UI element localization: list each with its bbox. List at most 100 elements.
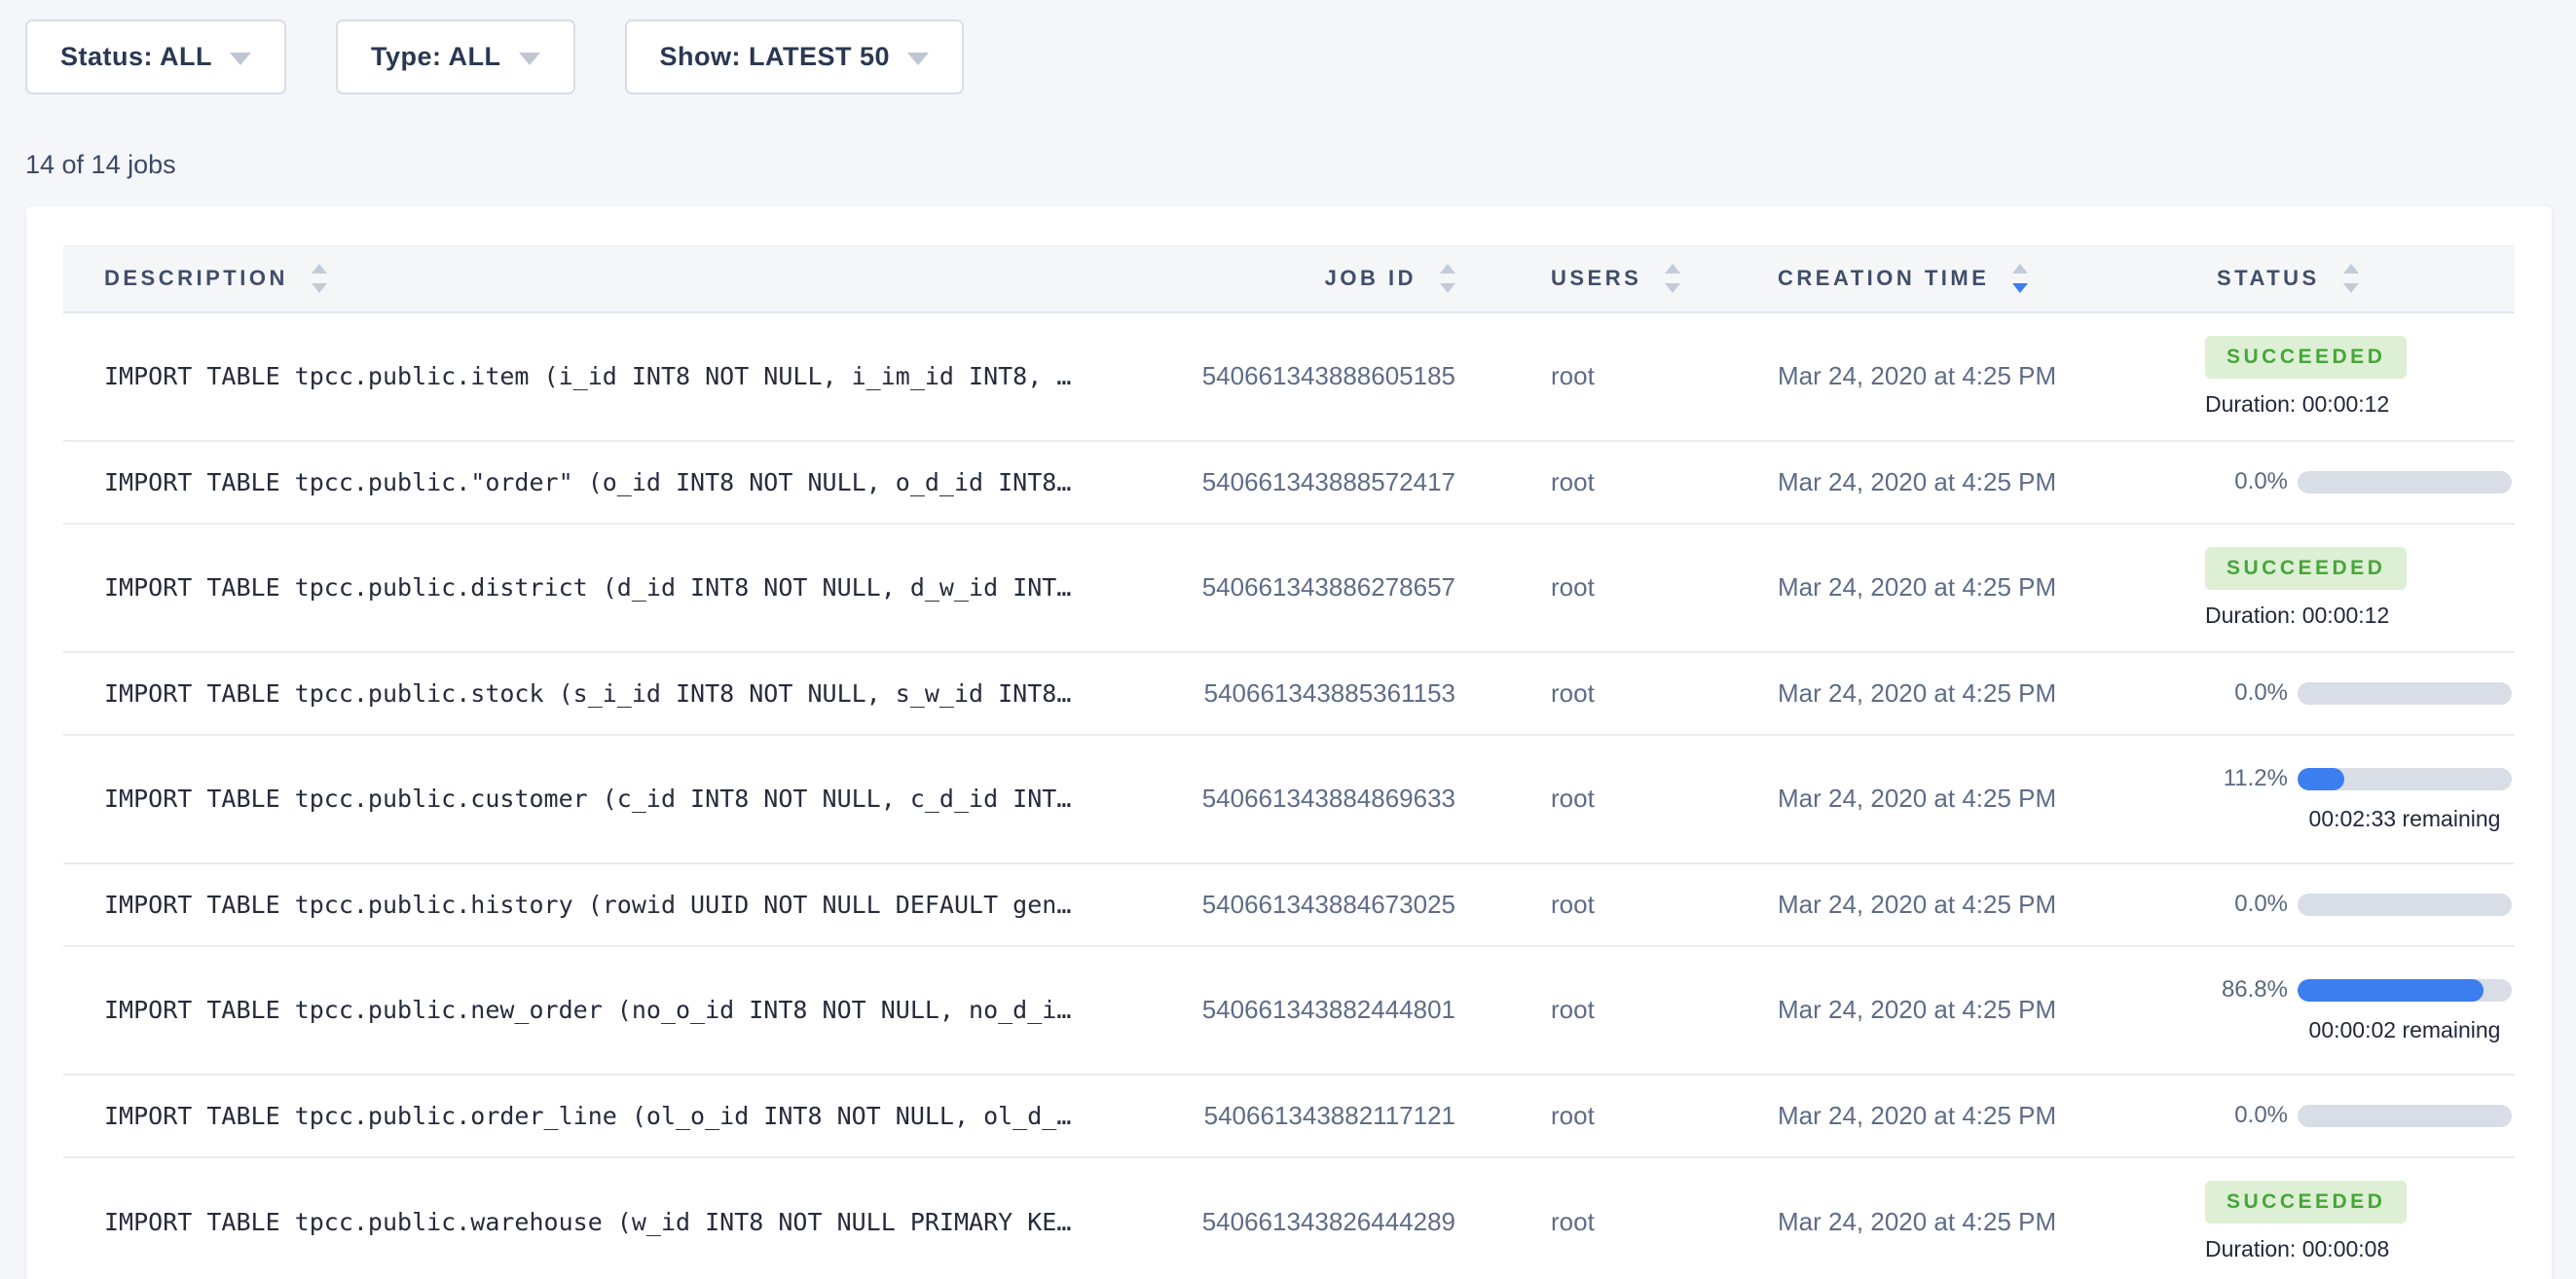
job-status-progress: 11.2% 00:02:33 remaining	[2205, 765, 2515, 832]
job-row: IMPORT TABLE tpcc.public.order_line (ol_…	[63, 1075, 2515, 1157]
job-duration: Duration: 00:00:08	[2205, 1236, 2515, 1262]
job-user: root	[1551, 890, 1595, 919]
job-status-progress: 0.0%	[2205, 1102, 2515, 1129]
progress-percent: 0.0%	[2205, 679, 2288, 707]
job-creation-time: Mar 24, 2020 at 4:25 PM	[1778, 890, 2056, 919]
job-user: root	[1551, 784, 1595, 813]
job-creation-time: Mar 24, 2020 at 4:25 PM	[1778, 995, 2056, 1024]
column-header-label: DESCRIPTION	[104, 266, 288, 291]
status-badge: SUCCEEDED	[2205, 336, 2407, 379]
job-row: IMPORT TABLE tpcc.public.history (rowid …	[63, 863, 2515, 946]
job-id: 540661343888605185	[1202, 361, 1455, 390]
job-creation-time: Mar 24, 2020 at 4:25 PM	[1778, 678, 2056, 708]
job-id: 540661343882117121	[1204, 1101, 1455, 1130]
sort-up-icon	[312, 264, 327, 274]
job-duration: Duration: 00:00:12	[2205, 603, 2515, 629]
job-creation-time: Mar 24, 2020 at 4:25 PM	[1778, 467, 2056, 496]
sort-up-icon	[1440, 264, 1455, 274]
job-description: IMPORT TABLE tpcc.public.warehouse (w_id…	[104, 1208, 1071, 1236]
status-badge: SUCCEEDED	[2205, 547, 2407, 590]
progress-bar	[2298, 894, 2512, 916]
progress-percent: 0.0%	[2205, 468, 2288, 495]
sort-arrows-icon	[1440, 264, 1455, 293]
column-header[interactable]: JOB ID	[1197, 246, 1470, 312]
job-row: IMPORT TABLE tpcc.public."order" (o_id I…	[63, 441, 2515, 524]
progress-percent: 86.8%	[2205, 976, 2288, 1004]
column-header[interactable]: STATUS	[2127, 246, 2515, 312]
sort-arrows-icon	[2343, 264, 2359, 293]
status-badge: SUCCEEDED	[2205, 1181, 2407, 1224]
progress-bar-fill	[2298, 979, 2484, 1002]
sort-up-icon	[2012, 264, 2028, 274]
job-creation-time: Mar 24, 2020 at 4:25 PM	[1778, 1207, 2056, 1236]
job-id: 540661343888572417	[1202, 467, 1455, 496]
job-user: root	[1551, 361, 1595, 390]
job-id: 540661343884869633	[1202, 784, 1455, 813]
chevron-down-icon	[907, 53, 929, 65]
jobs-count-summary: 14 of 14 jobs	[25, 150, 2576, 180]
job-creation-time: Mar 24, 2020 at 4:25 PM	[1778, 572, 2056, 602]
column-header[interactable]: CREATION TIME	[1762, 246, 2127, 312]
sort-down-icon	[1440, 283, 1455, 293]
job-status-succeeded: SUCCEEDED Duration: 00:00:08	[2205, 1181, 2515, 1262]
job-description: IMPORT TABLE tpcc.public.district (d_id …	[104, 573, 1071, 602]
job-description: IMPORT TABLE tpcc.public.new_order (no_o…	[104, 996, 1071, 1024]
job-status-progress: 0.0%	[2205, 891, 2515, 918]
column-header[interactable]: DESCRIPTION	[63, 246, 1197, 312]
progress-bar	[2298, 1105, 2512, 1127]
sort-arrows-icon	[2012, 264, 2028, 293]
jobs-page: Status: ALL Type: ALL Show: LATEST 50 14…	[0, 0, 2576, 1279]
job-creation-time: Mar 24, 2020 at 4:25 PM	[1778, 1101, 2056, 1130]
chevron-down-icon	[230, 53, 251, 65]
job-status-progress: 86.8% 00:00:02 remaining	[2205, 976, 2515, 1043]
job-row: IMPORT TABLE tpcc.public.warehouse (w_id…	[63, 1157, 2515, 1279]
progress-remaining: 00:02:33 remaining	[2298, 806, 2512, 832]
show-filter-label: Show: LATEST 50	[660, 42, 891, 72]
column-header[interactable]: USERS	[1470, 246, 1762, 312]
show-filter-dropdown[interactable]: Show: LATEST 50	[625, 19, 965, 94]
progress-bar	[2298, 768, 2512, 790]
job-user: root	[1551, 678, 1595, 708]
progress-percent: 11.2%	[2205, 765, 2288, 792]
progress-percent: 0.0%	[2205, 891, 2288, 918]
progress-bar	[2298, 682, 2512, 705]
filters-bar: Status: ALL Type: ALL Show: LATEST 50	[0, 0, 2576, 94]
job-id: 540661343826444289	[1202, 1207, 1455, 1236]
job-id: 540661343886278657	[1202, 572, 1455, 602]
column-header-label: USERS	[1551, 266, 1641, 291]
job-description: IMPORT TABLE tpcc.public.order_line (ol_…	[104, 1102, 1071, 1130]
job-status-progress: 0.0%	[2205, 468, 2515, 495]
job-row: IMPORT TABLE tpcc.public.stock (s_i_id I…	[63, 652, 2515, 735]
progress-bar	[2298, 471, 2512, 493]
jobs-table-card: DESCRIPTION JOB ID USERS CREATION TIME	[26, 206, 2552, 1279]
job-description: IMPORT TABLE tpcc.public.stock (s_i_id I…	[104, 679, 1071, 708]
job-user: root	[1551, 467, 1595, 496]
table-body: IMPORT TABLE tpcc.public.item (i_id INT8…	[63, 312, 2515, 1279]
progress-bar	[2298, 979, 2512, 1002]
job-status-progress: 0.0%	[2205, 679, 2515, 707]
job-id: 540661343882444801	[1202, 995, 1455, 1024]
sort-arrows-icon	[312, 264, 327, 293]
job-creation-time: Mar 24, 2020 at 4:25 PM	[1778, 784, 2056, 813]
sort-up-icon	[2343, 264, 2359, 274]
type-filter-dropdown[interactable]: Type: ALL	[336, 19, 575, 94]
job-row: IMPORT TABLE tpcc.public.district (d_id …	[63, 524, 2515, 652]
column-header-label: STATUS	[2217, 266, 2320, 291]
job-id: 540661343885361153	[1204, 678, 1455, 708]
job-creation-time: Mar 24, 2020 at 4:25 PM	[1778, 361, 2056, 390]
jobs-table: DESCRIPTION JOB ID USERS CREATION TIME	[63, 245, 2515, 1279]
chevron-down-icon	[519, 53, 540, 65]
job-user: root	[1551, 1101, 1595, 1130]
status-filter-dropdown[interactable]: Status: ALL	[25, 19, 286, 94]
progress-percent: 0.0%	[2205, 1102, 2288, 1129]
job-description: IMPORT TABLE tpcc.public.customer (c_id …	[104, 785, 1071, 813]
job-id: 540661343884673025	[1202, 890, 1455, 919]
sort-down-icon	[2012, 283, 2028, 293]
job-user: root	[1551, 1207, 1595, 1236]
job-status-succeeded: SUCCEEDED Duration: 00:00:12	[2205, 547, 2515, 629]
job-user: root	[1551, 995, 1595, 1024]
sort-arrows-icon	[1665, 264, 1680, 293]
status-filter-label: Status: ALL	[60, 42, 212, 72]
sort-down-icon	[2343, 283, 2359, 293]
table-header-row: DESCRIPTION JOB ID USERS CREATION TIME	[63, 246, 2515, 312]
